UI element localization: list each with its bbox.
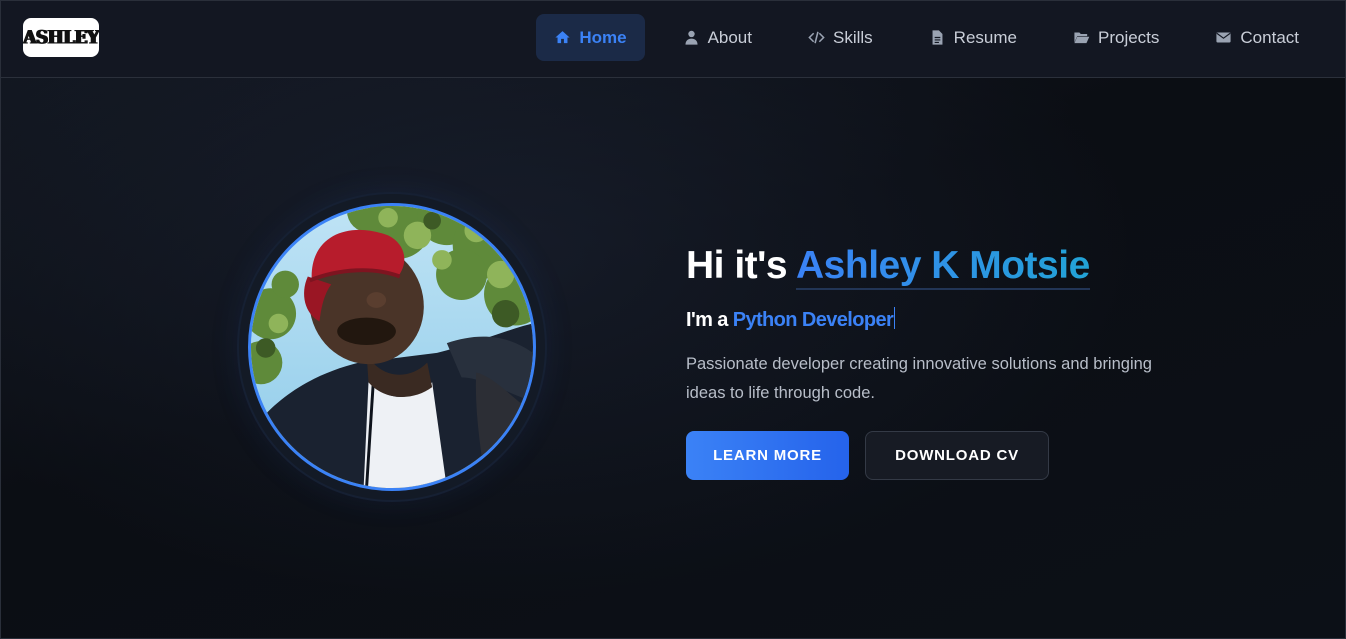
nav-label-contact: Contact — [1240, 27, 1299, 47]
download-cv-button[interactable]: DOWNLOAD CV — [865, 431, 1049, 480]
nav-label-skills: Skills — [833, 27, 873, 47]
nav-label-projects: Projects — [1097, 27, 1160, 47]
code-icon — [808, 29, 825, 46]
hero-role: Python Developer — [732, 309, 894, 331]
nav-label-resume: Resume — [953, 27, 1017, 47]
top-navbar: ASHLEY Home About Skills Resume Projects… — [1, 1, 1345, 78]
hero-description: Passionate developer creating innovative… — [686, 355, 1152, 402]
hero-subheading: I'm a Python Developer — [686, 307, 896, 332]
envelope-icon — [1215, 29, 1232, 46]
nav-item-about[interactable]: About — [665, 14, 770, 61]
home-icon — [554, 29, 571, 46]
logo-text: ASHLEY — [23, 26, 99, 49]
nav-item-home[interactable]: Home — [536, 14, 645, 61]
learn-more-button[interactable]: LEARN MORE — [686, 431, 849, 480]
folder-open-icon — [1073, 29, 1090, 46]
nav-item-skills[interactable]: Skills — [790, 14, 891, 61]
logo[interactable]: ASHLEY — [23, 18, 99, 57]
profile-photo-ring — [239, 194, 545, 500]
hero-heading: Hi it's Ashley K Motsie — [686, 244, 1090, 290]
nav-label-about: About — [707, 27, 752, 47]
main-nav: Home About Skills Resume Projects Contac… — [536, 14, 1317, 61]
hero-name: Ashley K Motsie — [796, 244, 1090, 290]
nav-item-contact[interactable]: Contact — [1197, 14, 1317, 61]
nav-item-projects[interactable]: Projects — [1055, 14, 1177, 61]
hero-sub-prefix: I'm a — [686, 309, 733, 331]
nav-item-resume[interactable]: Resume — [911, 14, 1035, 61]
page-frame: ASHLEY Home About Skills Resume Projects… — [0, 0, 1346, 639]
user-icon — [683, 29, 700, 46]
hero-greeting: Hi it's — [686, 244, 797, 287]
file-icon — [929, 29, 946, 46]
profile-photo — [248, 203, 536, 491]
typing-caret — [894, 307, 896, 329]
nav-label-home: Home — [579, 27, 627, 47]
